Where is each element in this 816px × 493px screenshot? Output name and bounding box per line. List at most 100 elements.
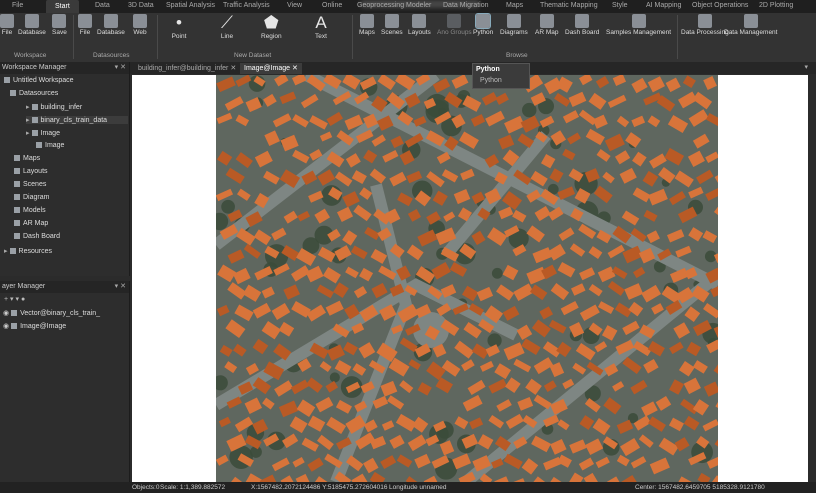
web-button[interactable]: Web xyxy=(133,14,147,36)
tree-item-models[interactable]: Models xyxy=(14,207,46,214)
tree-item-diagram[interactable]: Diagram xyxy=(14,194,49,201)
close-icon[interactable]: ✕ xyxy=(230,65,236,72)
visibility-eye-icon[interactable]: ◉ xyxy=(3,323,9,330)
tab-label: building_infer@building_infer xyxy=(138,65,229,72)
menu-item-3d-data[interactable]: 3D Data xyxy=(128,2,154,9)
ribbon-separator xyxy=(157,15,158,59)
layer-type-icon xyxy=(11,323,18,329)
status-coordinates: X:1567482.2072124486 Y:5185475.272604016 xyxy=(251,484,388,491)
tree-item-maps[interactable]: Maps xyxy=(14,155,40,162)
menu-item-style[interactable]: Style xyxy=(612,2,628,9)
save-button[interactable]: Save xyxy=(52,14,67,36)
tree-item-scenes[interactable]: Scenes xyxy=(14,181,46,188)
tree-item-datasources[interactable]: Datasources xyxy=(10,90,58,97)
folder-icon xyxy=(0,14,14,28)
maps-button[interactable]: Maps xyxy=(359,14,375,36)
document-tab[interactable]: Image@Image ✕ xyxy=(240,63,302,74)
save-icon xyxy=(52,14,67,28)
tree-item-layouts[interactable]: Layouts xyxy=(14,168,48,175)
menu-item-geoprocessing-modeler[interactable]: Geoprocessing Modeler xyxy=(357,2,431,9)
workspace-icon xyxy=(4,77,10,83)
scenes-button[interactable]: Scenes xyxy=(381,14,403,36)
expand-arrow-icon[interactable]: ▸ xyxy=(26,104,30,111)
menu-item-spatial-analysis[interactable]: Spatial Analysis xyxy=(166,2,215,9)
tree-item-resources[interactable]: ▸ Resources xyxy=(4,247,52,255)
ribbon-separator xyxy=(677,15,678,59)
datasource-icon xyxy=(31,104,38,110)
ar-map-icon xyxy=(14,220,20,226)
file-button[interactable]: File xyxy=(0,14,14,36)
layouts-button[interactable]: Layouts xyxy=(408,14,431,36)
ribbon-group-label: New Dataset xyxy=(234,52,272,59)
layer-label: Vector@binary_cls_train_ xyxy=(20,310,100,317)
ribbon-button-label: File xyxy=(79,29,91,36)
data-processing-button[interactable]: Data Processing xyxy=(681,14,729,36)
expand-arrow-icon[interactable]: ▸ xyxy=(4,248,8,255)
tree-item-image[interactable]: Image xyxy=(36,142,64,149)
tree-item-dash-board[interactable]: Dash Board xyxy=(14,233,60,240)
menu-item-online[interactable]: Online xyxy=(322,2,342,9)
layer-row[interactable]: ◉ Vector@binary_cls_train_ xyxy=(3,309,100,317)
tree-item-image[interactable]: ▸ Image xyxy=(26,129,60,137)
dashboard-icon xyxy=(14,233,20,239)
document-tab[interactable]: building_infer@building_infer ✕ xyxy=(134,63,240,74)
layer-row[interactable]: ◉ Image@Image xyxy=(3,322,66,330)
ribbon-button-label: Maps xyxy=(359,29,375,36)
text-button[interactable]: A Text xyxy=(312,14,330,41)
menu-item-2d-plotting[interactable]: 2D Plotting xyxy=(759,2,793,9)
menu-item-object-operations[interactable]: Object Operations xyxy=(692,2,748,9)
file-button[interactable]: File xyxy=(78,14,92,36)
close-icon[interactable]: ✕ xyxy=(292,65,298,72)
samples-management-button[interactable]: Samples Management xyxy=(606,14,671,36)
tree-item-label: building_infer xyxy=(40,104,83,111)
image-icon xyxy=(36,142,42,148)
ano-groups-button[interactable]: Ano Groups xyxy=(437,14,472,36)
layer-toolbar[interactable]: + ▾ ▾ ● xyxy=(4,295,25,303)
menu-item-file[interactable]: File xyxy=(12,2,23,9)
layouts-icon xyxy=(14,168,20,174)
menu-item-ai-mapping[interactable]: AI Mapping xyxy=(646,2,681,9)
tree-item-binary-cls-train-data[interactable]: ▸ binary_cls_train_data xyxy=(26,116,128,124)
menu-item-maps[interactable]: Maps xyxy=(506,2,523,9)
map-view[interactable] xyxy=(132,75,808,482)
menu-item-data[interactable]: Data xyxy=(95,2,110,9)
menu-item-data-migration[interactable]: Data Migration xyxy=(443,2,489,9)
dash-board-button[interactable]: Dash Board xyxy=(565,14,599,36)
expand-arrow-icon[interactable]: ▸ xyxy=(26,117,30,124)
ribbon-button-label: Point xyxy=(171,33,187,40)
expand-arrow-icon[interactable]: ▸ xyxy=(26,130,30,137)
aerial-image[interactable] xyxy=(216,75,718,482)
region-button[interactable]: ⬟ Region xyxy=(261,14,282,41)
status-center: Center: 1567482.6459705 5185328.9121780 xyxy=(635,484,765,491)
tab-list-icon[interactable]: ▾ xyxy=(804,63,808,71)
data-processing-icon xyxy=(697,14,712,28)
line-button[interactable]: ⟋ Line xyxy=(218,13,236,41)
ribbon-separator xyxy=(352,15,353,59)
menu-item-view[interactable]: View xyxy=(287,2,302,9)
ar-map-button[interactable]: AR Map xyxy=(535,14,558,36)
database-button[interactable]: Database xyxy=(18,14,46,36)
line-icon: ⟋ xyxy=(221,13,233,32)
data-management-button[interactable]: Data Management xyxy=(724,14,777,36)
panel-controls-icon[interactable]: ▾ ✕ xyxy=(115,281,126,293)
models-icon xyxy=(14,207,20,213)
diagrams-button[interactable]: Diagrams xyxy=(500,14,528,36)
ribbon-button-label: Web xyxy=(133,29,147,36)
point-button[interactable]: • Point xyxy=(170,14,188,41)
tree-item-building-infer[interactable]: ▸ building_infer xyxy=(26,103,82,111)
menu-bar: File Start Data 3D Data Spatial Analysis Traf… xyxy=(0,0,816,13)
ribbon-button-label: Layouts xyxy=(408,29,431,36)
menu-item-start[interactable]: Start xyxy=(46,0,79,13)
menu-item-traffic-analysis[interactable]: Traffic Analysis xyxy=(223,2,270,9)
tree-item-label: Layouts xyxy=(23,168,48,175)
visibility-eye-icon[interactable]: ◉ xyxy=(3,310,9,317)
panel-controls-icon[interactable]: ▾ ✕ xyxy=(115,62,126,74)
python-button[interactable]: Python xyxy=(473,13,493,36)
workspace-manager-header: Workspace Manager ▾ ✕ xyxy=(0,62,129,74)
tree-item-untitled-workspace[interactable]: Untitled Workspace xyxy=(4,77,74,84)
ribbon-button-label: Region xyxy=(261,33,282,40)
menu-item-thematic-mapping[interactable]: Thematic Mapping xyxy=(540,2,598,9)
database-button[interactable]: Database xyxy=(97,14,125,36)
tree-item-ar-map[interactable]: AR Map xyxy=(14,220,48,227)
status-scale: Scale: 1:1,389.882572 xyxy=(160,484,226,491)
